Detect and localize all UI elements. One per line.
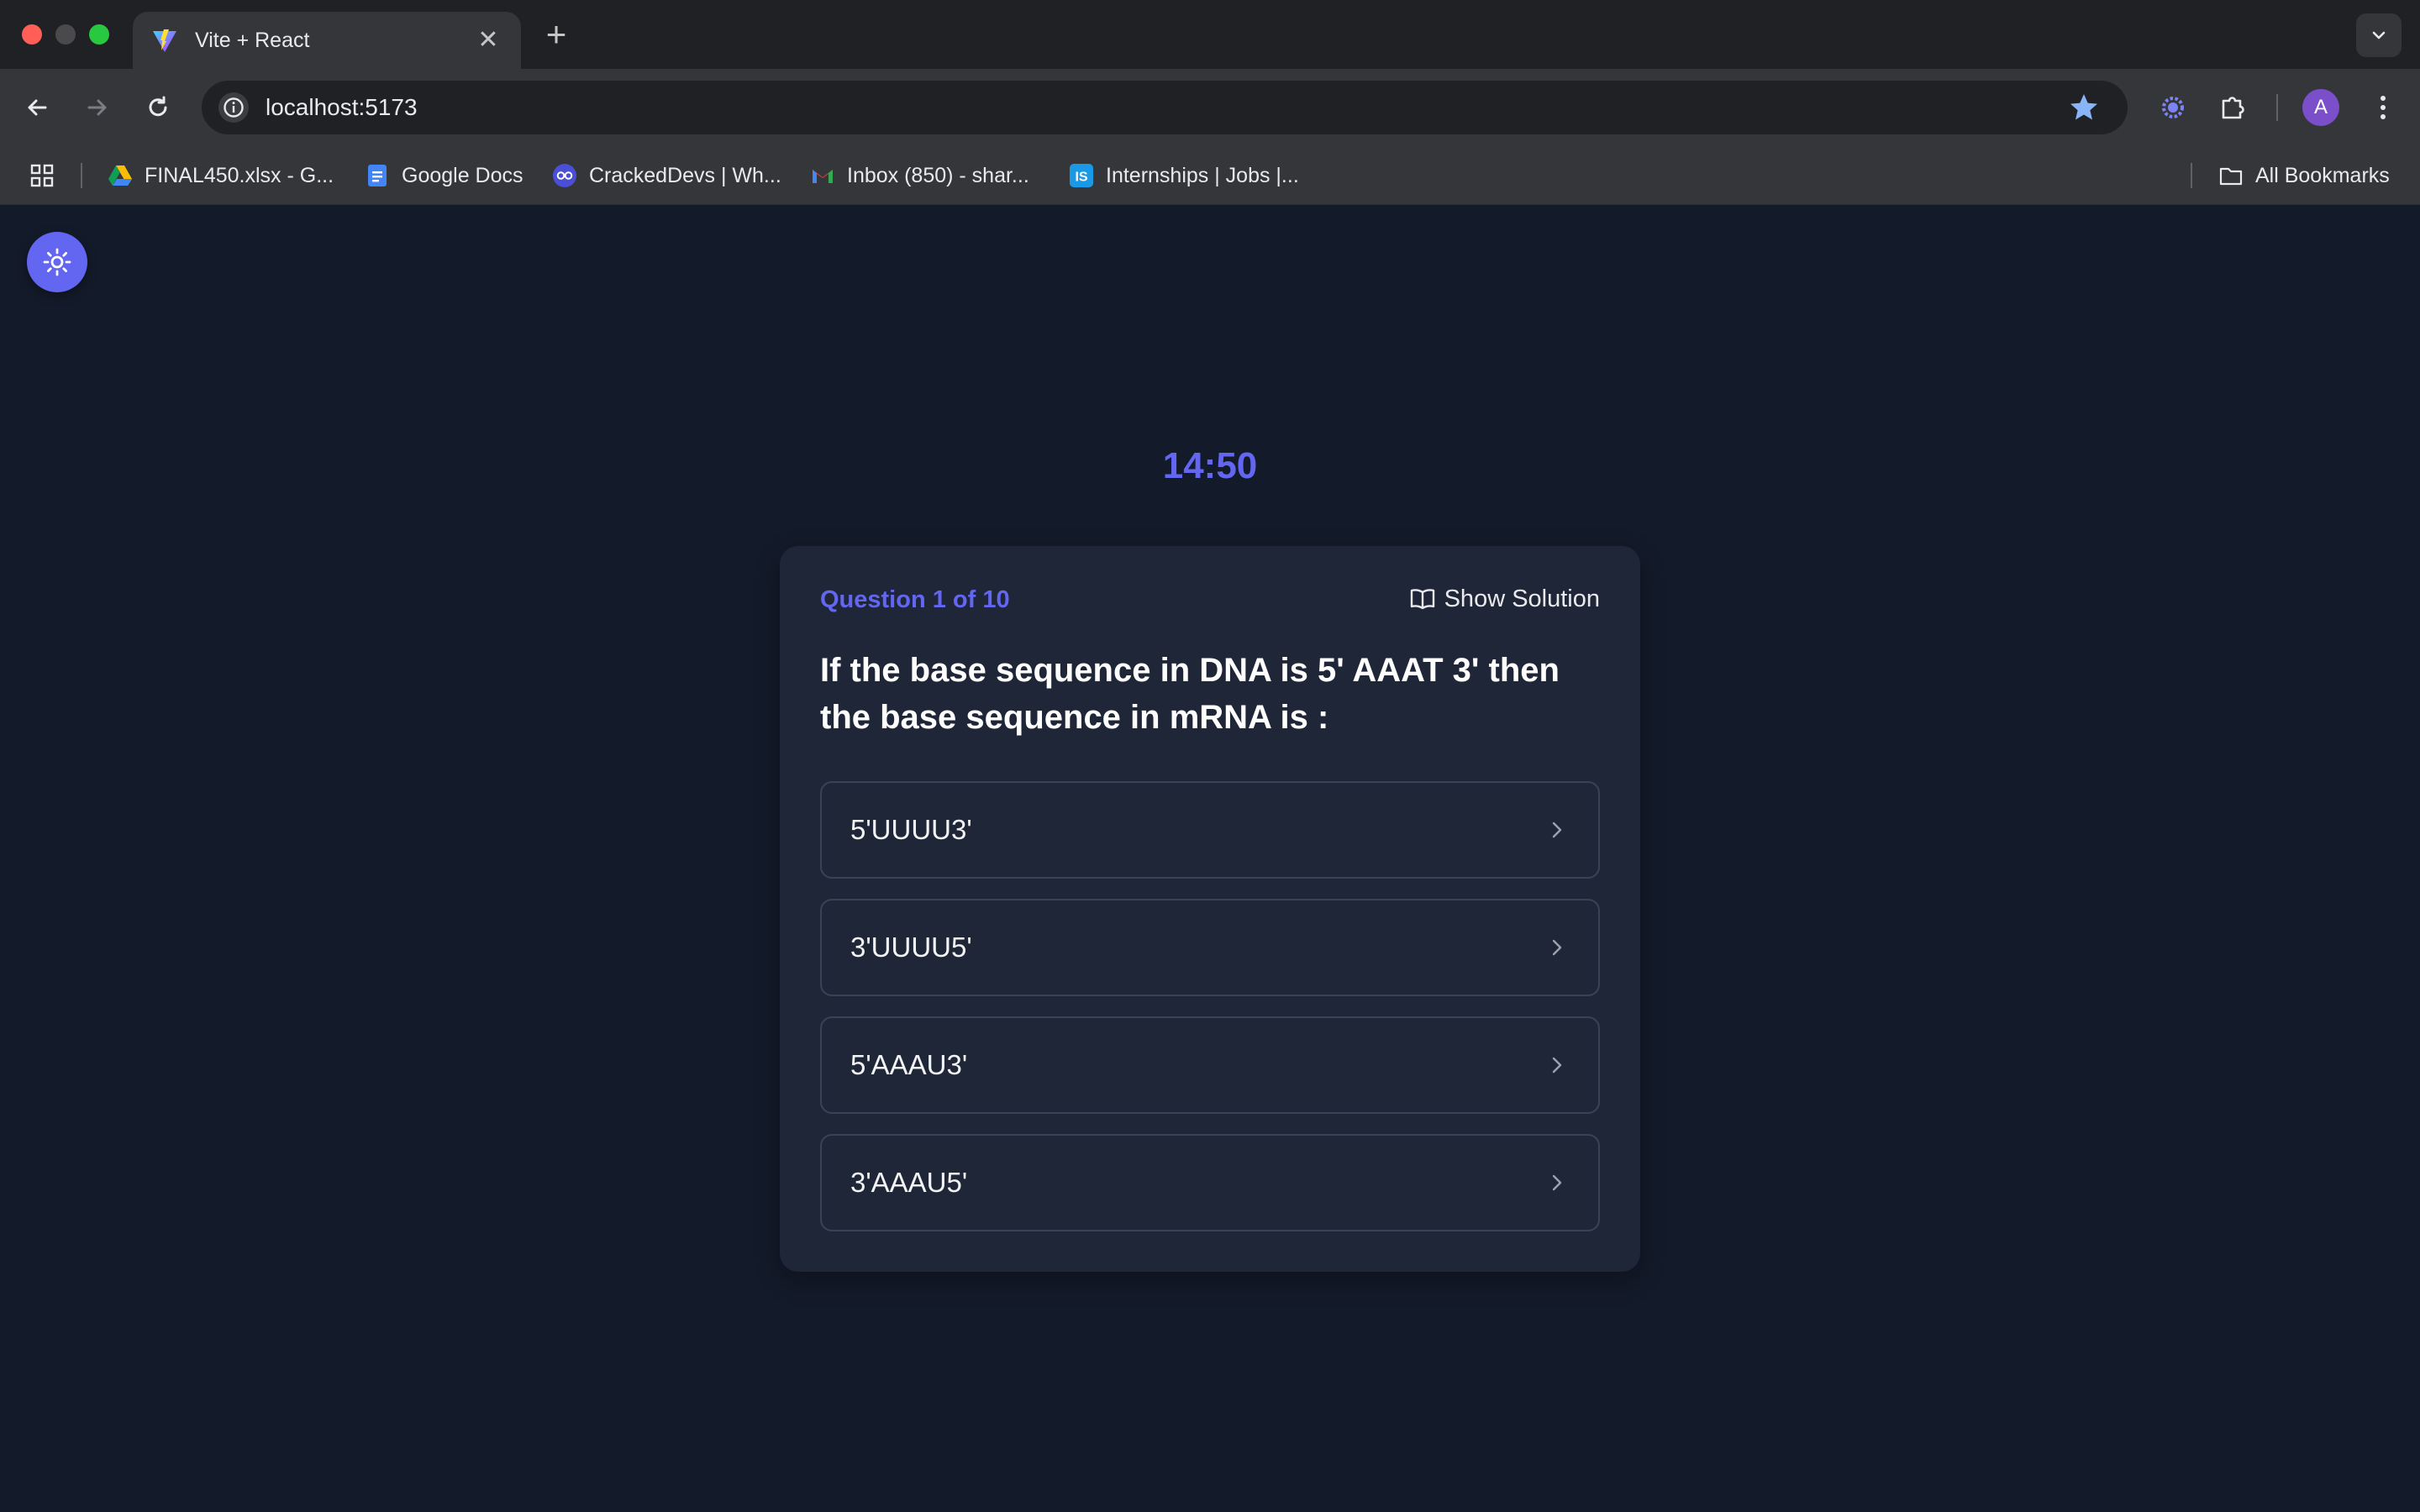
vite-logo-icon — [153, 29, 176, 52]
google-drive-icon — [108, 165, 132, 186]
chevron-right-icon — [1552, 822, 1562, 838]
arrow-left-icon — [28, 99, 47, 116]
all-bookmarks-label: All Bookmarks — [2255, 163, 2390, 187]
bookmark-item[interactable]: IS Internships | Jobs |... — [1069, 161, 1299, 190]
answer-option[interactable]: 3'UUUU5' — [820, 899, 1600, 996]
avatar: A — [2302, 89, 2339, 126]
site-info-button[interactable] — [218, 92, 249, 123]
open-book-icon — [1410, 589, 1434, 610]
question-counter: Question 1 of 10 — [820, 586, 1010, 613]
sun-icon — [43, 248, 71, 276]
all-bookmarks-button[interactable]: All Bookmarks — [2218, 161, 2390, 190]
url-text: localhost:5173 — [266, 94, 418, 120]
theme-toggle-button[interactable] — [27, 232, 87, 292]
back-button[interactable] — [20, 91, 54, 124]
profile-button[interactable]: A — [2299, 86, 2343, 129]
browser-toolbar: localhost:5173 A — [0, 69, 2420, 146]
internshala-icon: IS — [1070, 164, 1093, 187]
bookmark-label: Google Docs — [402, 163, 523, 187]
kebab-menu-icon — [2381, 96, 2386, 119]
answer-option[interactable]: 5'UUUU3' — [820, 781, 1600, 879]
answer-option-label: 5'AAAU3' — [850, 1049, 968, 1080]
answer-option[interactable]: 3'AAAU5' — [820, 1134, 1600, 1231]
quiz-timer: 14:50 — [1162, 445, 1258, 486]
answer-option-label: 3'UUUU5' — [850, 932, 972, 963]
chevron-right-icon — [1552, 939, 1562, 956]
browser-tabstrip: Vite + React ✕ + — [0, 0, 2420, 69]
question-text: If the base sequence in DNA is 5' AAAT 3… — [820, 652, 1560, 736]
tab-title: Vite + React — [195, 28, 310, 52]
tab-close-icon[interactable]: ✕ — [474, 26, 502, 55]
browser-menu-button[interactable] — [2361, 86, 2405, 129]
bookmark-item[interactable]: FINAL450.xlsx - G... — [108, 161, 334, 190]
bookmark-label: CrackedDevs | Wh... — [589, 163, 781, 187]
bookmarks-divider — [81, 163, 82, 188]
answer-option[interactable]: 5'AAAU3' — [820, 1016, 1600, 1114]
bookmark-item[interactable]: Google Docs — [365, 161, 523, 190]
bookmark-item[interactable]: CrackedDevs | Wh... — [552, 161, 781, 190]
extensions-menu-button[interactable] — [2212, 86, 2255, 129]
gmail-icon — [813, 170, 833, 183]
info-icon — [224, 97, 244, 118]
minimize-window-button[interactable] — [55, 24, 76, 45]
chevron-right-icon — [1552, 1057, 1562, 1074]
apps-button[interactable] — [29, 161, 55, 190]
browser-tab-active[interactable]: Vite + React ✕ — [133, 12, 521, 69]
svg-text:IS: IS — [1075, 171, 1087, 185]
toolbar-divider — [2276, 94, 2278, 121]
bookmarks-divider — [2191, 163, 2192, 188]
arrow-right-icon — [87, 99, 107, 116]
address-bar[interactable]: localhost:5173 — [202, 81, 2128, 134]
bookmark-label: FINAL450.xlsx - G... — [145, 163, 334, 187]
new-tab-button[interactable]: + — [539, 17, 573, 52]
reload-button[interactable] — [141, 91, 175, 124]
apps-grid-icon — [30, 164, 54, 187]
folder-icon — [2219, 167, 2243, 186]
bookmark-label: Internships | Jobs |... — [1106, 163, 1299, 187]
extension-gear-icon — [2162, 97, 2184, 118]
crackeddevs-icon — [553, 164, 576, 187]
question-card: Question 1 of 10 Show Solution If the ba… — [780, 546, 1640, 1272]
chevron-down-icon — [2372, 31, 2386, 39]
bookmark-star-icon[interactable] — [2067, 91, 2101, 124]
puzzle-icon — [2222, 97, 2244, 119]
answer-option-label: 3'AAAU5' — [850, 1167, 968, 1198]
forward-button[interactable] — [81, 91, 114, 124]
bookmarks-bar: FINAL450.xlsx - G... Google Docs Cracked… — [0, 146, 2420, 205]
reload-icon — [149, 96, 167, 117]
show-solution-button[interactable]: Show Solution — [1409, 581, 1600, 617]
close-window-button[interactable] — [22, 24, 42, 45]
bookmark-item[interactable]: Inbox (850) - shar... — [810, 161, 1029, 190]
extension-button[interactable] — [2151, 86, 2195, 129]
tab-search-button[interactable] — [2356, 13, 2402, 57]
bookmark-label: Inbox (850) - shar... — [847, 163, 1029, 187]
google-docs-icon — [368, 165, 387, 186]
show-solution-label: Show Solution — [1444, 585, 1600, 612]
maximize-window-button[interactable] — [89, 24, 109, 45]
chevron-right-icon — [1552, 1174, 1562, 1191]
answer-option-label: 5'UUUU3' — [850, 814, 972, 845]
